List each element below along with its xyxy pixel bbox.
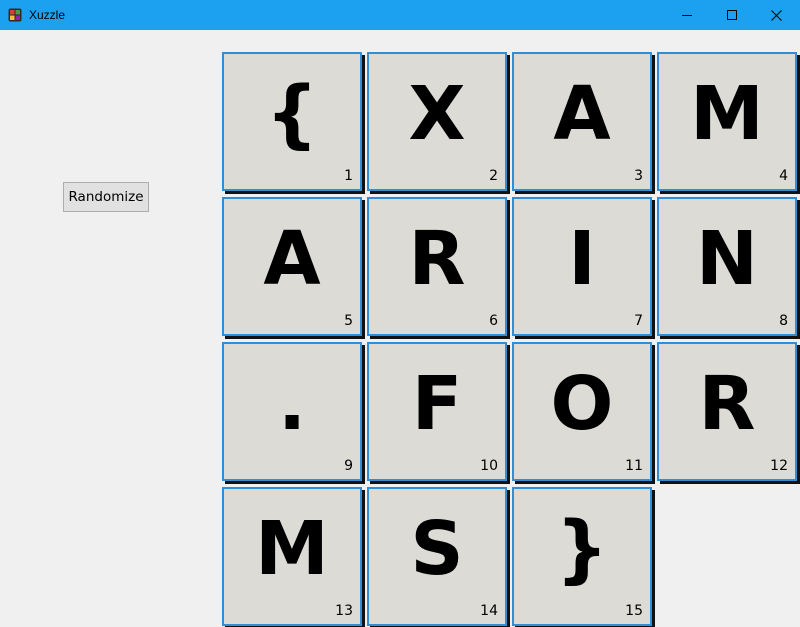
tile-number: 3 <box>634 168 643 184</box>
puzzle-tile[interactable]: M4 <box>657 52 797 191</box>
tile-number: 6 <box>489 313 498 329</box>
puzzle-tile[interactable]: {1 <box>222 52 362 191</box>
tile-number: 5 <box>344 313 353 329</box>
tile-number: 15 <box>625 603 643 619</box>
randomize-button[interactable]: Randomize <box>63 182 149 212</box>
tile-number: 8 <box>779 313 788 329</box>
puzzle-tile[interactable]: M 13 <box>222 487 362 626</box>
puzzle-tile[interactable]: N8 <box>657 197 797 336</box>
tile-letter: A <box>263 216 321 302</box>
puzzle-tile[interactable]: I7 <box>512 197 652 336</box>
minimize-icon <box>681 15 692 16</box>
puzzle-tile[interactable]: A5 <box>222 197 362 336</box>
puzzle-tile[interactable]: } 15 <box>512 487 652 626</box>
puzzle-tile[interactable]: R 12 <box>657 342 797 481</box>
tile-letter: } <box>555 506 609 592</box>
tile-number: 9 <box>344 458 353 474</box>
puzzle-tile[interactable]: X2 <box>367 52 507 191</box>
tile-letter: O <box>550 361 614 447</box>
tile-letter: . <box>277 361 307 447</box>
tile-number: 10 <box>480 458 498 474</box>
maximize-icon <box>726 10 737 20</box>
close-button[interactable] <box>754 0 799 30</box>
puzzle-tile[interactable]: O 11 <box>512 342 652 481</box>
tile-letter: R <box>408 216 466 302</box>
app-icon <box>8 7 22 22</box>
puzzle-tile[interactable]: A3 <box>512 52 652 191</box>
puzzle-tile[interactable]: F 10 <box>367 342 507 481</box>
tile-letter: N <box>696 216 758 302</box>
tile-letter: R <box>698 361 756 447</box>
tile-letter: M <box>255 506 329 592</box>
close-icon <box>771 9 782 21</box>
tile-number: 1 <box>344 168 353 184</box>
tile-number: 14 <box>480 603 498 619</box>
window-title: Xuzzle <box>29 8 66 22</box>
tile-number: 13 <box>335 603 353 619</box>
tile-number: 2 <box>489 168 498 184</box>
tile-letter: I <box>568 216 596 302</box>
minimize-button[interactable] <box>664 0 709 30</box>
title-bar[interactable]: Xuzzle <box>0 0 800 30</box>
tile-number: 12 <box>770 458 788 474</box>
tile-letter: X <box>408 71 466 157</box>
tile-letter: S <box>410 506 464 592</box>
puzzle-tile[interactable]: .9 <box>222 342 362 481</box>
tile-number: 11 <box>625 458 643 474</box>
tile-number: 7 <box>634 313 643 329</box>
tile-letter: A <box>553 71 611 157</box>
tile-letter: F <box>411 361 463 447</box>
tile-letter: { <box>265 71 319 157</box>
tile-letter: M <box>690 71 764 157</box>
tile-number: 4 <box>779 168 788 184</box>
puzzle-tile[interactable]: R6 <box>367 197 507 336</box>
maximize-button[interactable] <box>709 0 754 30</box>
puzzle-tile[interactable]: S 14 <box>367 487 507 626</box>
